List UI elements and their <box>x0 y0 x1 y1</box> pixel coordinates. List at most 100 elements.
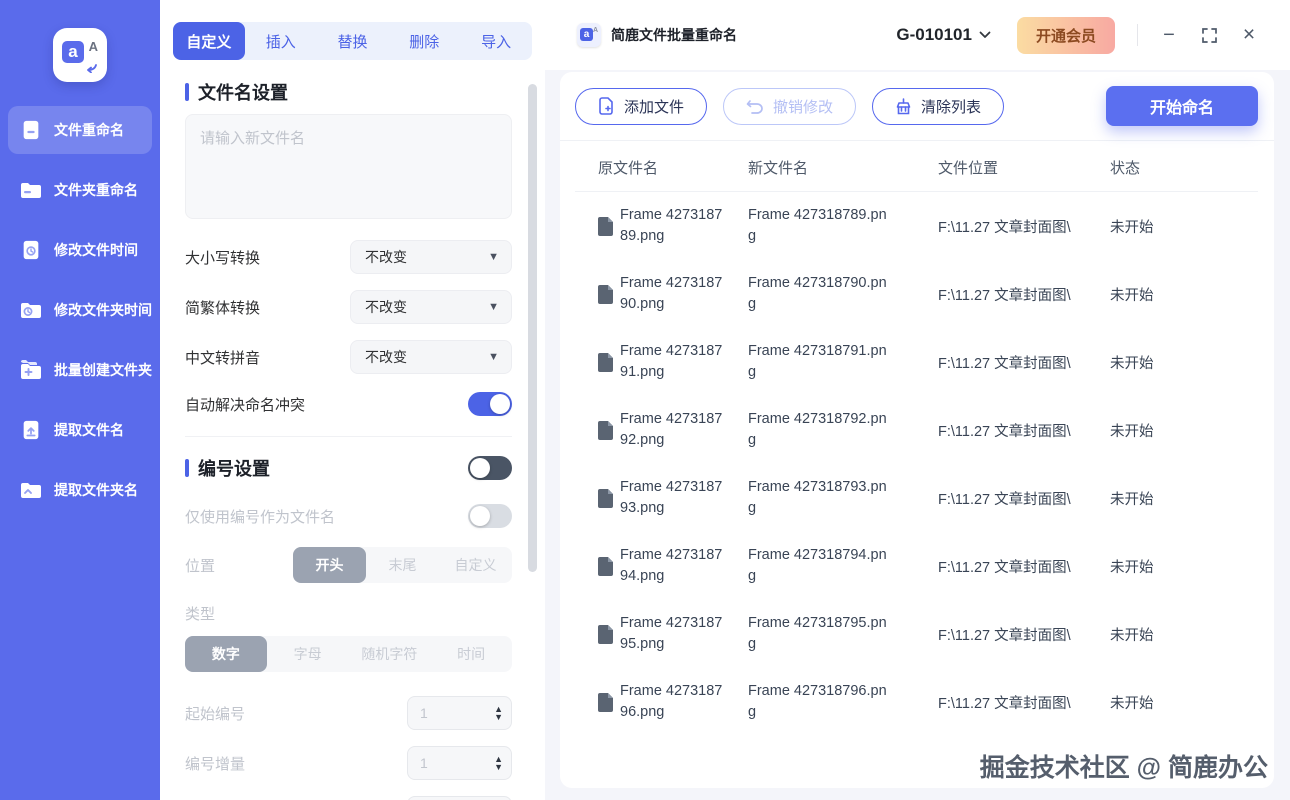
clear-broom-icon <box>896 97 911 114</box>
sidebar-item-label: 文件夹重命名 <box>54 182 138 198</box>
header-original-name: 原文件名 <box>598 160 659 177</box>
tab-custom[interactable]: 自定义 <box>173 22 245 60</box>
new-filename: Frame 427318789.png <box>748 206 887 244</box>
new-filename: Frame 427318792.png <box>748 410 887 448</box>
section-divider <box>185 436 512 437</box>
titlebar-divider <box>1137 24 1138 46</box>
file-location: F:\11.27 文章封面图\ <box>938 287 1071 304</box>
original-filename: Frame 427318793.png <box>620 478 723 516</box>
undo-icon <box>746 100 763 114</box>
file-icon <box>598 420 613 440</box>
vip-button[interactable]: 开通会员 <box>1016 16 1115 54</box>
sidebar-item-file-rename[interactable]: 文件重命名 <box>8 106 152 154</box>
sidebar-item-folder-rename[interactable]: 文件夹重命名 <box>8 166 152 214</box>
chevron-down-icon: ▼ <box>488 251 499 263</box>
tab-insert[interactable]: 插入 <box>245 22 317 60</box>
file-list-card: 添加文件 撤销修改 清除列表 开始命名 原文件名 新文件名 文件位置 状态 Fr… <box>560 72 1274 788</box>
header-status: 状态 <box>1110 160 1141 177</box>
chevron-down-icon: ▼ <box>488 351 499 363</box>
file-location: F:\11.27 文章封面图\ <box>938 491 1071 508</box>
close-button[interactable]: × <box>1236 22 1262 48</box>
sidebar-item-extract-filename[interactable]: 提取文件名 <box>8 406 152 454</box>
new-filename: Frame 427318793.png <box>748 478 887 516</box>
new-filename: Frame 427318794.png <box>748 546 887 584</box>
undo-button[interactable]: 撤销修改 <box>723 87 857 125</box>
original-filename: Frame 427318789.png <box>620 206 723 244</box>
status-text: 未开始 <box>1110 695 1154 712</box>
table-row[interactable]: Frame 427318795.png Frame 427318795.png … <box>575 600 1258 668</box>
conflict-toggle-label: 自动解决命名冲突 <box>185 396 306 414</box>
new-filename: Frame 427318791.png <box>748 342 887 380</box>
position-option-end[interactable]: 末尾 <box>366 547 439 583</box>
status-text: 未开始 <box>1110 287 1154 304</box>
add-files-button[interactable]: 添加文件 <box>575 87 708 125</box>
file-location: F:\11.27 文章封面图\ <box>938 559 1071 576</box>
clear-list-button[interactable]: 清除列表 <box>872 87 1005 125</box>
start-rename-button[interactable]: 开始命名 <box>1106 86 1258 126</box>
file-location: F:\11.27 文章封面图\ <box>938 355 1071 372</box>
table-row[interactable]: Frame 427318789.png Frame 427318789.png … <box>575 192 1258 260</box>
sidebar-item-label: 提取文件名 <box>54 422 124 438</box>
sidebar-item-folder-time[interactable]: 修改文件夹时间 <box>8 286 152 334</box>
type-segmented: 数字 字母 随机字符 时间 <box>185 636 512 672</box>
new-filename-input[interactable] <box>185 114 512 219</box>
type-option-number[interactable]: 数字 <box>185 636 267 672</box>
sidebar-item-file-time[interactable]: 修改文件时间 <box>8 226 152 274</box>
sidebar-item-batch-create-folder[interactable]: 批量创建文件夹 <box>8 346 152 394</box>
position-option-start[interactable]: 开头 <box>293 547 366 583</box>
titlebar: aA 简鹿文件批量重命名 G-010101 开通会员 − × <box>545 0 1290 70</box>
chevron-down-icon: ▼ <box>488 301 499 313</box>
tab-delete[interactable]: 删除 <box>388 22 460 60</box>
file-time-icon <box>18 237 44 263</box>
start-number-input[interactable] <box>408 705 468 721</box>
stepper-down-icon[interactable]: ▼ <box>494 763 503 772</box>
type-option-time[interactable]: 时间 <box>430 636 512 672</box>
pinyin-convert-dropdown[interactable]: 不改变 ▼ <box>350 340 512 374</box>
conflict-toggle[interactable] <box>468 392 512 416</box>
pinyin-convert-label: 中文转拼音 <box>185 349 261 367</box>
version-dropdown[interactable]: G-010101 <box>896 25 991 45</box>
table-row[interactable]: Frame 427318794.png Frame 427318794.png … <box>575 532 1258 600</box>
table-row[interactable]: Frame 427318796.png Frame 427318796.png … <box>575 668 1258 736</box>
table-row[interactable]: Frame 427318791.png Frame 427318791.png … <box>575 328 1258 396</box>
case-convert-dropdown[interactable]: 不改变 ▼ <box>350 240 512 274</box>
new-filename: Frame 427318795.png <box>748 614 887 652</box>
stepper-down-icon[interactable]: ▼ <box>494 713 503 722</box>
increment-input[interactable] <box>408 755 468 771</box>
original-filename: Frame 427318790.png <box>620 274 723 312</box>
position-segmented: 开头 末尾 自定义 <box>293 547 512 583</box>
type-option-random[interactable]: 随机字符 <box>349 636 431 672</box>
position-option-custom[interactable]: 自定义 <box>439 547 512 583</box>
table-row[interactable]: Frame 427318793.png Frame 427318793.png … <box>575 464 1258 532</box>
app-title: 简鹿文件批量重命名 <box>611 27 737 43</box>
status-text: 未开始 <box>1110 219 1154 236</box>
stepper-arrows: ▲ ▼ <box>494 705 503 722</box>
settings-scrollbar[interactable] <box>528 84 537 572</box>
main-panel: aA 简鹿文件批量重命名 G-010101 开通会员 − × 添加文件 撤销修改 <box>545 0 1290 800</box>
numbering-section-title: 编号设置 <box>185 456 270 480</box>
type-option-letter[interactable]: 字母 <box>267 636 349 672</box>
type-label: 类型 <box>185 606 216 623</box>
fullscreen-button[interactable] <box>1196 22 1222 48</box>
folder-extract-icon <box>18 477 44 503</box>
tab-import[interactable]: 导入 <box>460 22 532 60</box>
only-number-toggle[interactable] <box>468 504 512 528</box>
minimize-button[interactable]: − <box>1156 22 1182 48</box>
file-icon <box>598 352 613 372</box>
app-mini-icon: aA <box>577 23 601 47</box>
sidebar-item-label: 修改文件夹时间 <box>54 302 152 318</box>
header-location: 文件位置 <box>938 160 999 177</box>
traditional-convert-dropdown[interactable]: 不改变 ▼ <box>350 290 512 324</box>
table-row[interactable]: Frame 427318790.png Frame 427318790.png … <box>575 260 1258 328</box>
sidebar-item-label: 批量创建文件夹 <box>54 362 152 378</box>
increment-label: 编号增量 <box>185 755 246 773</box>
original-filename: Frame 427318792.png <box>620 410 723 448</box>
table-row[interactable]: Frame 427318792.png Frame 427318792.png … <box>575 396 1258 464</box>
original-filename: Frame 427318794.png <box>620 546 723 584</box>
header-new-name: 新文件名 <box>748 160 809 177</box>
folder-time-icon <box>18 297 44 323</box>
sidebar-item-extract-foldername[interactable]: 提取文件夹名 <box>8 466 152 514</box>
tab-replace[interactable]: 替换 <box>317 22 389 60</box>
sidebar: a A 文件重命名 文件夹重命名 修改文件时间 修改文件夹时间 批量创建文件夹 … <box>0 0 160 800</box>
numbering-toggle[interactable] <box>468 456 512 480</box>
